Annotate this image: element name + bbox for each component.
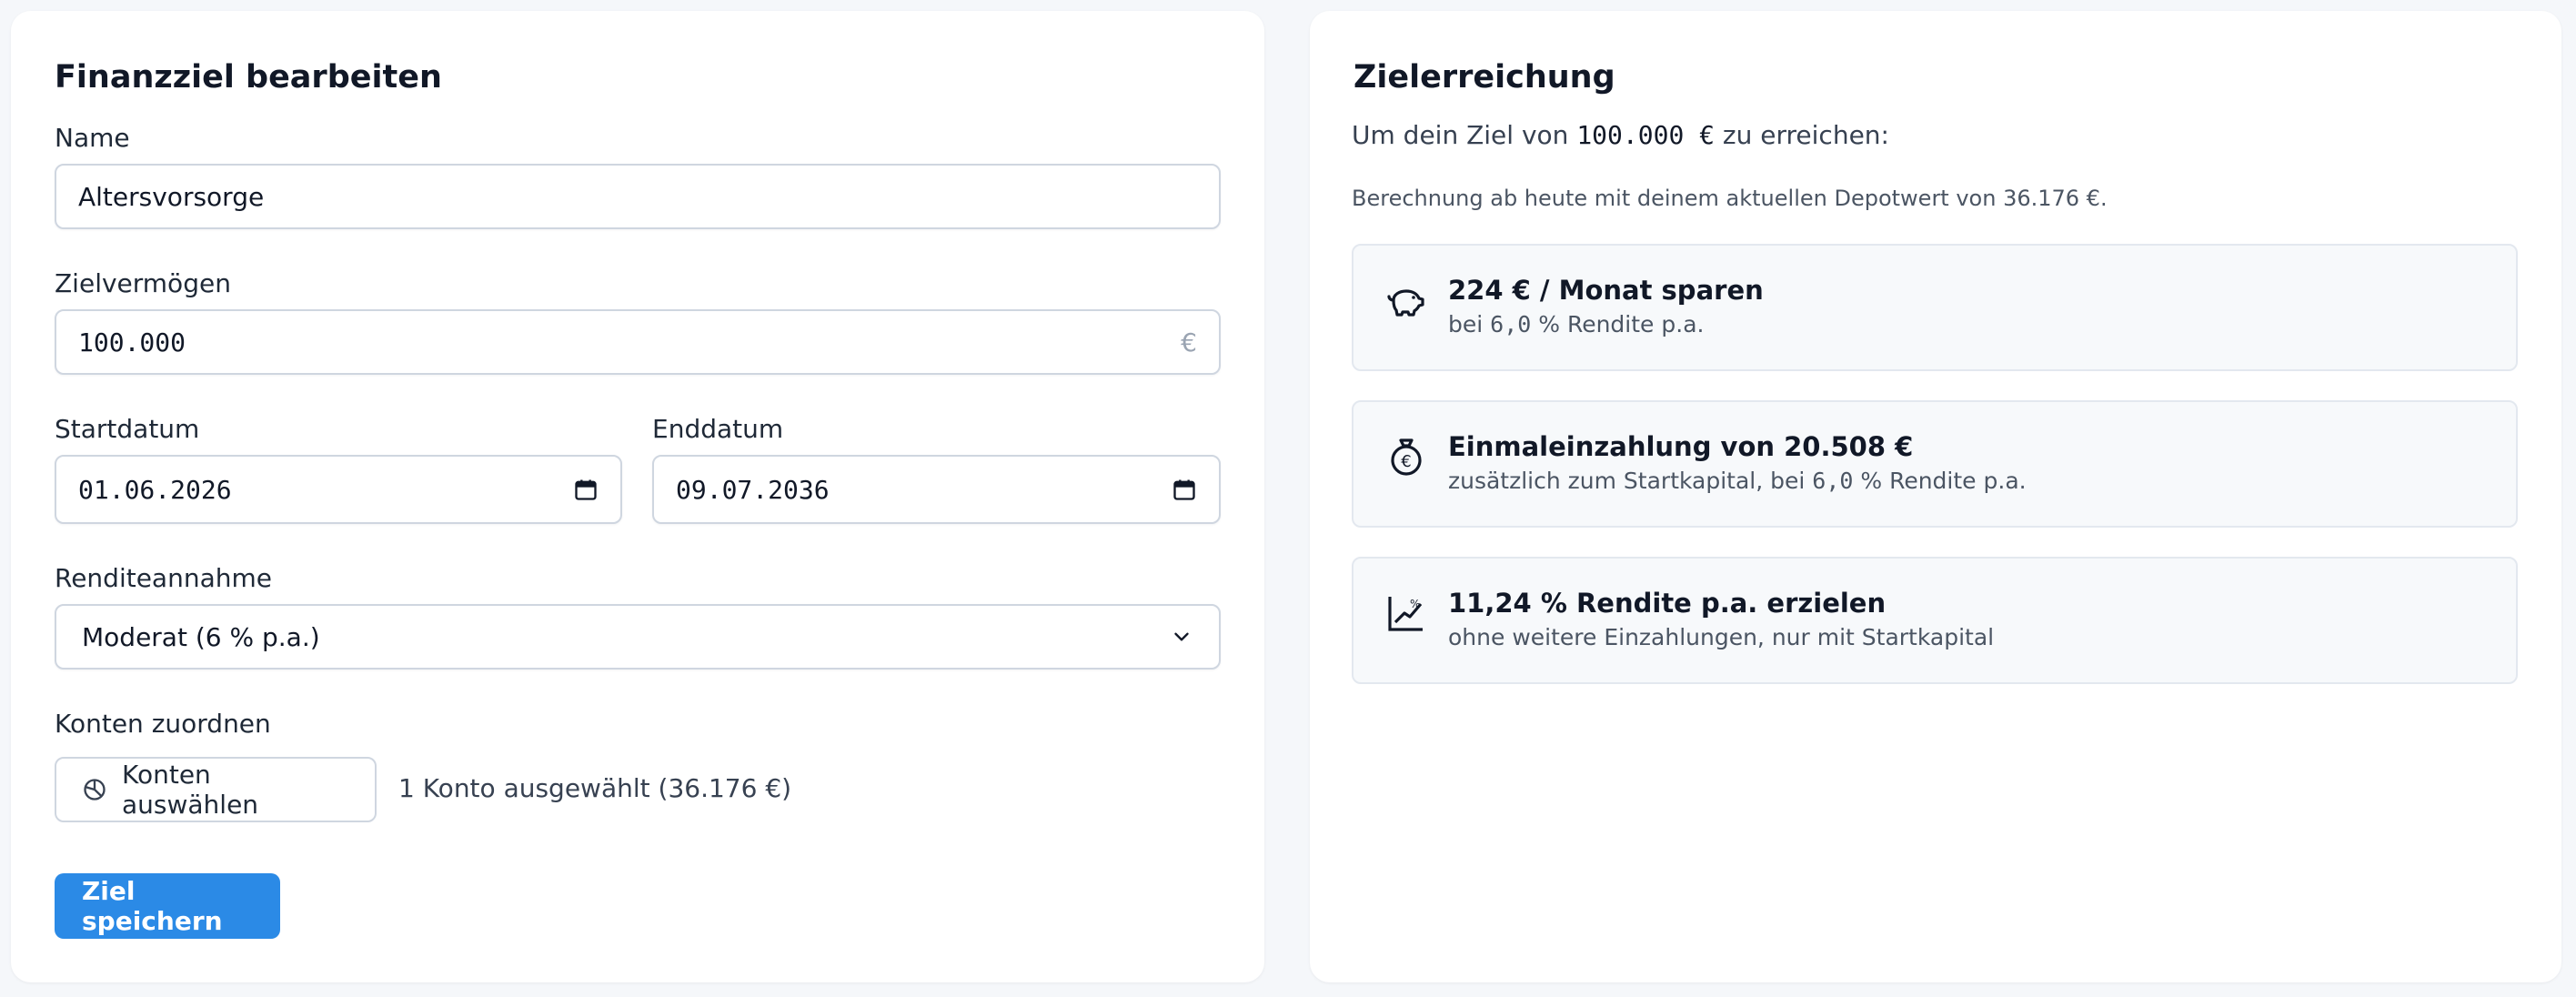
select-accounts-button[interactable]: Konten auswählen: [55, 757, 377, 822]
euro-suffix: €: [1181, 327, 1197, 358]
goal-achievement-title: Zielerreichung: [1353, 59, 1615, 96]
end-date-label: Enddatum: [652, 414, 784, 444]
select-accounts-label: Konten auswählen: [122, 760, 259, 820]
calculation-note: Berechnung ab heute mit deinem aktuellen…: [1352, 186, 2108, 211]
chevron-down-icon: [1170, 625, 1193, 649]
piggy-bank-icon: [1384, 278, 1428, 322]
money-bag-icon: €: [1384, 435, 1428, 478]
chart-growth-icon: %: [1384, 591, 1428, 635]
option-return-subtitle: ohne weitere Einzahlungen, nur mit Start…: [1448, 624, 1994, 650]
end-date-input[interactable]: 09.07.2036: [652, 455, 1221, 524]
accounts-selected-text: 1 Konto ausgewählt (36.176 €): [398, 773, 792, 803]
target-amount-value: 100.000: [78, 327, 186, 358]
target-amount-label: Zielvermögen: [55, 268, 231, 298]
page: Finanzziel bearbeiten Name Altersvorsorg…: [0, 0, 2576, 997]
pie-chart-icon: [82, 777, 107, 802]
calendar-icon[interactable]: [1172, 477, 1197, 502]
option-lump-subtitle: zusätzlich zum Startkapital, bei 6,0 % R…: [1448, 468, 2027, 494]
return-select-value: Moderat (6 % p.a.): [82, 621, 320, 652]
goal-intro: Um dein Ziel von 100.000 € zu erreichen:: [1352, 120, 1889, 150]
name-input-value: Altersvorsorge: [78, 181, 265, 212]
option-return: % 11,24 % Rendite p.a. erzielen ohne wei…: [1352, 557, 2518, 684]
start-date-input[interactable]: 01.06.2026: [55, 455, 622, 524]
svg-text:€: €: [1401, 452, 1411, 471]
return-select[interactable]: Moderat (6 % p.a.): [55, 604, 1221, 670]
accounts-label: Konten zuordnen: [55, 709, 271, 739]
option-monthly-sub-num: 6,0: [1490, 311, 1532, 337]
name-label: Name: [55, 123, 130, 153]
option-monthly-subtitle: bei 6,0 % Rendite p.a.: [1448, 311, 1704, 337]
goal-intro-amount: 100.000 €: [1576, 120, 1716, 150]
option-monthly-saving: 224 € / Monat sparen bei 6,0 % Rendite p…: [1352, 244, 2518, 371]
goal-intro-suffix: zu erreichen:: [1715, 120, 1889, 150]
option-lump-sum: € Einmaleinzahlung von 20.508 € zusätzli…: [1352, 400, 2518, 528]
target-amount-input[interactable]: 100.000 €: [55, 309, 1221, 375]
calendar-icon[interactable]: [573, 477, 599, 502]
option-monthly-sub-suffix: % Rendite p.a.: [1531, 311, 1705, 337]
option-return-title: 11,24 % Rendite p.a. erzielen: [1448, 588, 1887, 619]
option-monthly-title: 224 € / Monat sparen: [1448, 275, 1764, 306]
start-date-label: Startdatum: [55, 414, 200, 444]
save-goal-button[interactable]: Ziel speichern: [55, 873, 280, 939]
svg-text:%: %: [1410, 598, 1420, 610]
edit-goal-title: Finanzziel bearbeiten: [55, 59, 442, 96]
name-input[interactable]: Altersvorsorge: [55, 164, 1221, 229]
option-monthly-sub-prefix: bei: [1448, 311, 1491, 337]
option-return-sub-prefix: ohne weitere Einzahlungen, nur mit Start…: [1448, 624, 1995, 650]
end-date-value: 09.07.2036: [676, 474, 830, 505]
option-lump-sub-num: 6,0: [1812, 468, 1854, 494]
save-goal-label: Ziel speichern: [82, 876, 223, 936]
goal-intro-prefix: Um dein Ziel von: [1352, 120, 1577, 150]
option-lump-title: Einmaleinzahlung von 20.508 €: [1448, 431, 1914, 462]
return-label: Renditeannahme: [55, 563, 272, 593]
start-date-value: 01.06.2026: [78, 474, 232, 505]
option-lump-sub-prefix: zusätzlich zum Startkapital, bei: [1448, 468, 1813, 494]
option-lump-sub-suffix: % Rendite p.a.: [1853, 468, 2027, 494]
